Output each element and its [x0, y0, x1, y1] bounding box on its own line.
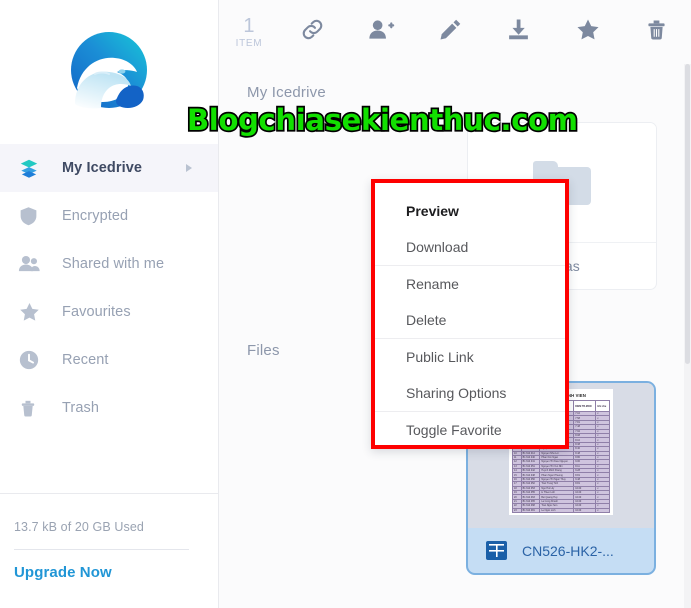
add-user-icon: [368, 17, 395, 47]
spreadsheet-cell: x: [595, 507, 610, 514]
sidebar-item-label: Recent: [62, 352, 109, 368]
context-menu[interactable]: Preview Download Rename Delete Public Link Sh…: [371, 179, 569, 449]
context-menu-group: Public Link Sharing Options: [375, 338, 565, 411]
breadcrumb: My Icedrive: [247, 84, 326, 101]
toolbar-share-button[interactable]: [347, 0, 416, 64]
layers-icon: [18, 155, 46, 181]
scrollbar-thumb[interactable]: [685, 64, 690, 364]
selected-item-count: 1 ITEM: [220, 0, 278, 64]
people-icon: [18, 251, 46, 277]
context-menu-item-toggle-favorite[interactable]: Toggle Favorite: [375, 412, 565, 448]
context-menu-item-download[interactable]: Download: [375, 229, 565, 265]
sidebar-item-favourites[interactable]: Favourites: [0, 288, 218, 336]
link-icon: [300, 17, 325, 47]
context-menu-item-preview[interactable]: Preview: [375, 193, 565, 229]
sidebar-item-label: Trash: [62, 400, 100, 416]
storage-usage-text: 13.7 kB of 20 GB Used: [14, 520, 144, 534]
toolbar-delete-button[interactable]: [622, 0, 691, 64]
pencil-icon: [438, 17, 463, 47]
file-card-footer: CN526-HK2-...: [468, 528, 654, 573]
storage-section: 13.7 kB of 20 GB Used Upgrade Now: [14, 520, 204, 581]
item-count-number: 1: [243, 14, 255, 37]
sidebar-item-shared-with-me[interactable]: Shared with me: [0, 240, 218, 288]
context-menu-list: Preview Download Rename Delete Public Link Sh…: [375, 183, 565, 454]
context-menu-group: Rename Delete: [375, 265, 565, 338]
spreadsheet-cell: 10.00: [573, 507, 597, 514]
sidebar-item-label: Shared with me: [62, 256, 165, 272]
watermark-text: Blogchiasekienthuc.com: [185, 101, 579, 138]
spreadsheet-row: 23 B1 614 081 Le Ngoc Linh 10.00 x: [512, 507, 610, 514]
spreadsheet-header-cell: Ghi chu: [595, 400, 610, 412]
sidebar-item-label: Favourites: [62, 304, 131, 320]
sidebar-item-recent[interactable]: Recent: [0, 336, 218, 384]
toolbar-public-link-button[interactable]: [278, 0, 347, 64]
spreadsheet-cell: B1 614 081: [520, 507, 541, 514]
sidebar-item-my-icedrive[interactable]: My Icedrive: [0, 144, 218, 192]
action-toolbar: 1 ITEM: [220, 0, 691, 64]
star-icon: [575, 17, 601, 47]
spreadsheet-cell: Le Ngoc Linh: [539, 507, 575, 514]
toolbar-rename-button[interactable]: [416, 0, 485, 64]
context-menu-group: Toggle Favorite: [375, 411, 565, 448]
spreadsheet-icon: [486, 541, 507, 560]
chevron-right-icon: [186, 164, 192, 172]
spreadsheet-cell: 23: [512, 507, 522, 514]
clock-icon: [18, 347, 46, 373]
toolbar-download-button[interactable]: [484, 0, 553, 64]
context-menu-item-sharing-options[interactable]: Sharing Options: [375, 375, 565, 411]
spreadsheet-header-cell: DIEM TB-MON: [573, 400, 597, 412]
toolbar-favourite-button[interactable]: [553, 0, 622, 64]
star-icon: [18, 299, 46, 325]
file-name: CN526-HK2-...: [522, 542, 614, 559]
icedrive-app-window: My Icedrive Encrypted Shared with me Fav…: [0, 0, 691, 608]
context-menu-item-rename[interactable]: Rename: [375, 266, 565, 302]
sidebar-item-label: Encrypted: [62, 208, 129, 224]
sidebar-item-trash[interactable]: Trash: [0, 384, 218, 432]
context-menu-item-public-link[interactable]: Public Link: [375, 339, 565, 375]
sidebar-item-label: My Icedrive: [62, 160, 143, 176]
shield-icon: [18, 203, 46, 229]
sidebar-item-encrypted[interactable]: Encrypted: [0, 192, 218, 240]
trash-icon: [645, 17, 668, 47]
sidebar: My Icedrive Encrypted Shared with me Fav…: [0, 0, 219, 608]
context-menu-item-delete[interactable]: Delete: [375, 302, 565, 338]
sidebar-divider: [0, 493, 218, 494]
icedrive-polar-bear-logo-icon: [65, 26, 153, 114]
download-icon: [506, 17, 531, 47]
upgrade-now-link[interactable]: Upgrade Now: [14, 564, 204, 581]
vertical-scrollbar[interactable]: [684, 64, 691, 608]
trash-icon: [18, 395, 46, 421]
sidebar-nav: My Icedrive Encrypted Shared with me Fav…: [0, 144, 218, 432]
item-count-label: ITEM: [235, 37, 263, 49]
context-menu-group: Preview Download: [375, 193, 565, 265]
app-logo: [0, 0, 218, 140]
storage-divider: [14, 549, 189, 550]
